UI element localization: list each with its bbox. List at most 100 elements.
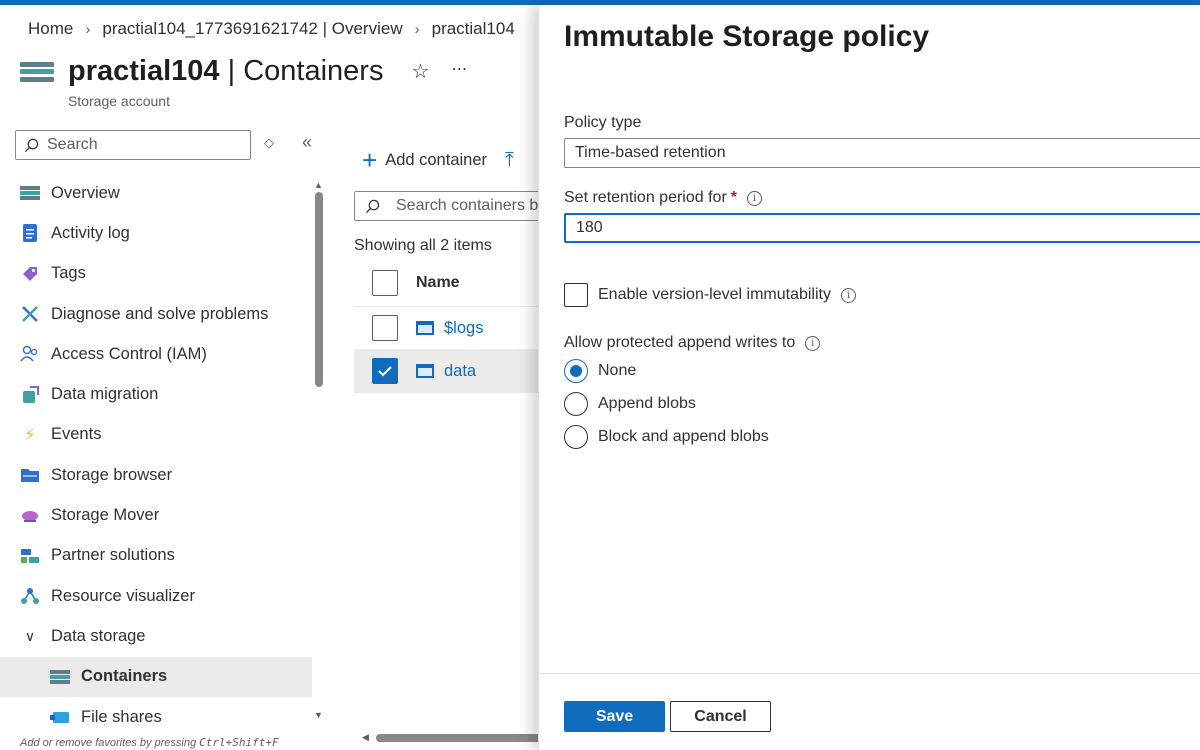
ellipsis-icon[interactable]: ⋯ [451,59,467,84]
sidebar-item-label: Containers [81,667,168,686]
sidebar-item-label: Data migration [51,385,159,404]
star-icon[interactable]: ☆ [411,59,429,84]
breadcrumb-home[interactable]: Home [28,19,73,38]
sidebar-item-data-migration[interactable]: Data migration [0,374,312,414]
chevron-right-icon: › [414,21,420,38]
policy-type-label-text: Policy type [564,114,642,131]
storage-icon [20,58,54,86]
sidebar-item-events[interactable]: ⚡ Events [0,415,312,455]
table-row[interactable]: $logs [354,307,538,350]
horizontal-scrollbar[interactable]: ◀ [362,732,538,743]
container-icon [416,364,434,378]
people-icon [20,344,40,364]
breadcrumb-overview[interactable]: practial104_1773691621742 | Overview [102,19,402,38]
sidebar-item-containers[interactable]: Containers [0,656,312,697]
scroll-down-icon[interactable]: ▼ [314,710,323,720]
sidebar-scrollbar[interactable]: ▲ ▼ [314,180,324,725]
sidebar-item-label: Partner solutions [51,546,175,565]
row-checkbox[interactable] [372,315,398,341]
sidebar-search-box[interactable] [15,130,251,160]
radio-label: Block and append blobs [598,428,769,445]
version-immutability-label: Enable version-level immutability [598,286,831,303]
sidebar-item-storage-mover[interactable]: Storage Mover [0,495,312,535]
tag-icon [20,264,40,284]
retention-period-field[interactable] [564,213,1200,243]
container-search-box[interactable] [354,191,538,221]
page-title: practial104 | Containers [68,55,383,88]
policy-type-dropdown[interactable]: Time-based retention [564,138,1200,168]
partner-icon [20,546,40,566]
sort-arrows-icon[interactable]: ◇ [264,135,274,151]
plus-icon[interactable]: + [362,145,377,176]
scrollbar-thumb[interactable] [315,192,323,387]
content-toolbar: + Add container ⤒ [362,145,514,176]
container-link[interactable]: $logs [444,319,483,338]
sidebar-item-partner-solutions[interactable]: Partner solutions [0,536,312,576]
version-immutability-checkbox-row[interactable]: Enable version-level immutability i [564,283,856,307]
policy-type-label: Policy type [564,114,641,132]
page-title-row: practial104 | Containers ☆ ⋯ [20,55,467,88]
cloud-icon [20,506,40,526]
storage-icon [20,183,40,203]
scroll-up-icon[interactable]: ▲ [314,180,323,190]
radio-option-none[interactable]: None [564,359,636,383]
select-all-checkbox[interactable] [372,270,398,296]
sidebar-item-access-control[interactable]: Access Control (IAM) [0,334,312,374]
radio-label: None [598,362,637,379]
chevron-right-icon: › [85,21,91,38]
radio-button[interactable] [564,425,588,449]
sidebar-group-data-storage[interactable]: ∨ Data storage [0,616,312,656]
sidebar-item-label: Tags [51,264,86,283]
sidebar-item-overview[interactable]: Overview [0,173,312,213]
append-writes-label-text: Allow protected append writes to [564,334,796,351]
sidebar-search-input[interactable] [47,136,237,154]
sidebar-item-tags[interactable]: Tags [0,254,312,294]
search-icon [365,199,380,213]
container-search-input[interactable] [396,197,538,215]
sidebar-item-label: Storage Mover [51,506,160,525]
radio-option-append-blobs[interactable]: Append blobs [564,392,696,416]
network-icon [20,586,40,606]
radio-button[interactable] [564,359,588,383]
collapse-sidebar-icon[interactable]: « [302,132,312,153]
add-container-button[interactable]: Add container [385,151,487,170]
favorites-hint-text: Add or remove favorites by pressing [20,737,200,749]
info-icon[interactable]: i [840,287,856,303]
cancel-button[interactable]: Cancel [670,701,771,732]
info-icon[interactable]: i [805,335,821,351]
column-header-name[interactable]: Name [416,274,460,292]
retention-label-text: Set retention period for [564,189,727,206]
container-icon [416,321,434,335]
append-writes-label: Allow protected append writes to i [564,334,821,352]
table-row[interactable]: data [354,350,538,393]
sidebar-nav: Overview Activity log Tags Diagnose and … [0,173,312,737]
version-immutability-checkbox[interactable] [564,283,588,307]
folder-icon [20,465,40,485]
info-icon[interactable]: i [747,190,762,206]
radio-button[interactable] [564,392,588,416]
radio-option-block-and-append[interactable]: Block and append blobs [564,425,769,449]
sidebar-item-diagnose[interactable]: Diagnose and solve problems [0,294,312,334]
sidebar-item-resource-visualizer[interactable]: Resource visualizer [0,576,312,616]
sidebar-item-label: File shares [81,707,162,726]
sidebar-item-activity-log[interactable]: Activity log [0,213,312,253]
migration-icon [20,385,40,405]
upload-icon[interactable]: ⤒ [505,149,514,172]
save-button[interactable]: Save [564,701,665,732]
breadcrumb: Home › practial104_1773691621742 | Overvie… [28,19,515,39]
table-header-row: Name [354,260,538,307]
sidebar-item-file-shares[interactable]: File shares [0,697,312,737]
log-icon [20,223,40,243]
scroll-left-icon[interactable]: ◀ [362,732,369,743]
retention-period-input[interactable] [576,219,1176,237]
sidebar-group-label: Data storage [51,626,146,645]
sidebar-item-storage-browser[interactable]: Storage browser [0,455,312,495]
scrollbar-thumb[interactable] [376,734,538,742]
sidebar-item-label: Storage browser [51,465,173,484]
container-link[interactable]: data [444,362,476,381]
page-name: | Containers [227,55,384,87]
policy-type-value: Time-based retention [575,144,726,161]
containers-table: Name $logs data [354,260,538,393]
breadcrumb-account[interactable]: practial104 [432,19,515,38]
row-checkbox[interactable] [372,358,398,384]
